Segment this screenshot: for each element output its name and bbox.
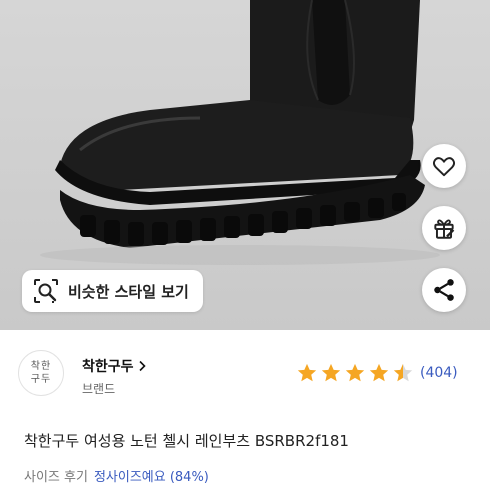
product-title: 착한구두 여성용 노턴 첼시 레인부츠 BSRBR2f181 [24, 432, 349, 450]
rating[interactable]: (404) [296, 362, 458, 384]
similar-style-label: 비슷한 스타일 보기 [68, 282, 189, 301]
size-review-label: 사이즈 후기 [24, 470, 88, 485]
image-search-icon [34, 279, 58, 303]
star-icon [345, 363, 365, 382]
similar-style-button[interactable]: 비슷한 스타일 보기 [22, 270, 203, 312]
heart-icon [432, 157, 456, 177]
brand-link[interactable]: 착한구두 [82, 356, 148, 376]
gift-icon [434, 219, 455, 239]
brand-logo-line1: 착한 [30, 361, 52, 372]
chevron-right-icon [138, 360, 146, 372]
size-review-value: 정사이즈예요 (84%) [93, 470, 209, 485]
review-count[interactable]: (404) [420, 365, 458, 381]
brand-logo-line2: 구두 [30, 374, 52, 385]
like-button[interactable] [422, 144, 466, 188]
product-detail-screen: 비슷한 스타일 보기 착한 구두 착한구두 브랜드 (404) 착한구두 여성용… [0, 0, 490, 490]
brand-subtitle: 브랜드 [82, 382, 116, 396]
star-icon [321, 363, 341, 382]
star-icon [297, 363, 317, 382]
star-half-icon [393, 363, 413, 382]
brand-name: 착한구두 [82, 359, 134, 375]
product-image[interactable]: 비슷한 스타일 보기 [0, 0, 490, 330]
share-icon [434, 279, 454, 301]
gift-button[interactable] [422, 206, 466, 250]
share-button[interactable] [422, 268, 466, 312]
star-icon [369, 363, 389, 382]
size-review-row[interactable]: 사이즈 후기 정사이즈예요 (84%) [24, 466, 209, 485]
brand-row: 착한 구두 착한구두 브랜드 (404) [0, 344, 490, 410]
brand-logo[interactable]: 착한 구두 [18, 350, 64, 396]
